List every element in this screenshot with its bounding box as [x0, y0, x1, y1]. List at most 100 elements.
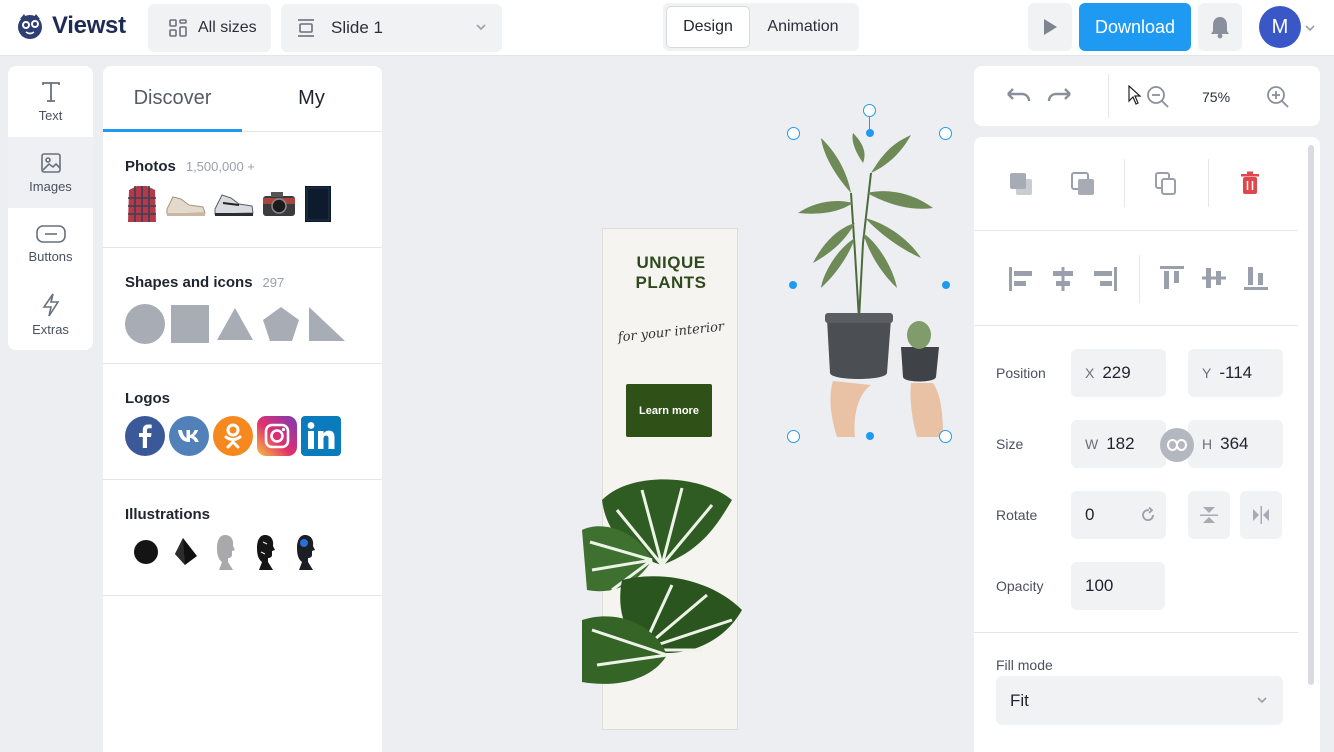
rail-item-extras[interactable]: Extras — [8, 279, 93, 350]
lock-aspect-ratio-button[interactable] — [1160, 428, 1194, 462]
vk-logo-icon[interactable] — [169, 416, 209, 456]
chevron-down-icon — [476, 24, 486, 31]
section-title: Logos — [125, 390, 170, 407]
fill-mode-value: Fit — [1010, 690, 1029, 710]
banner-cta-button[interactable]: Learn more — [626, 384, 712, 437]
rail-item-text[interactable]: Text — [8, 66, 93, 137]
banner-title-line1: UNIQUE — [636, 253, 706, 272]
dark-card-photo-thumbnail[interactable] — [303, 185, 333, 223]
black-sphere-illustration[interactable] — [131, 532, 161, 572]
tool-rail: Text Images Buttons Extras — [8, 66, 93, 350]
size-h-field[interactable]: H 364 — [1188, 420, 1283, 468]
triangle-shape[interactable] — [215, 306, 255, 342]
opacity-field[interactable]: 100 — [1071, 562, 1165, 610]
rotate-reset-icon[interactable] — [1140, 507, 1156, 523]
banner-subtitle[interactable]: for your interior — [603, 318, 740, 347]
zoom-level[interactable]: 75% — [1202, 89, 1230, 105]
black-head-bust-illustration[interactable] — [251, 532, 281, 572]
resize-handle-left[interactable] — [789, 281, 797, 289]
sneaker-photo-thumbnail[interactable] — [165, 189, 207, 219]
align-left-icon[interactable] — [1008, 267, 1034, 291]
play-icon — [1044, 19, 1057, 35]
shirt-photo-thumbnail[interactable] — [125, 184, 159, 224]
duplicate-icon[interactable] — [1154, 171, 1178, 197]
zoom-out-icon[interactable] — [1146, 85, 1170, 109]
flip-horizontal-button[interactable] — [1240, 491, 1282, 539]
section-count: 297 — [262, 275, 285, 290]
preview-play-button[interactable] — [1028, 3, 1072, 51]
tab-discover[interactable]: Discover — [103, 66, 242, 131]
odnoklassniki-logo-icon[interactable] — [213, 416, 253, 456]
rail-item-buttons[interactable]: Buttons — [8, 208, 93, 279]
position-y-field[interactable]: Y -114 — [1188, 349, 1283, 397]
divider — [1208, 159, 1209, 207]
pentagon-shape[interactable] — [261, 305, 301, 343]
app-name: Viewst — [52, 12, 126, 39]
square-shape[interactable] — [171, 305, 209, 343]
rotate-handle[interactable] — [863, 104, 876, 117]
mode-tabs: Design Animation — [663, 3, 859, 51]
resize-handle-top-left[interactable] — [787, 127, 800, 140]
tab-design[interactable]: Design — [666, 6, 750, 48]
user-avatar[interactable]: M — [1259, 6, 1301, 48]
size-h-value: 364 — [1220, 434, 1249, 453]
section-title: Illustrations — [125, 506, 211, 523]
resize-handle-bottom[interactable] — [866, 432, 874, 440]
fill-mode-select[interactable]: Fit — [996, 676, 1283, 725]
divider — [1108, 74, 1109, 118]
slide-selector[interactable]: Slide 1 — [281, 4, 502, 52]
align-center-vertical-icon[interactable] — [1202, 265, 1226, 291]
chevron-down-icon — [1257, 697, 1267, 704]
banner-title[interactable]: UNIQUE PLANTS — [603, 253, 739, 293]
flip-horizontal-icon — [1253, 506, 1269, 524]
align-top-icon[interactable] — [1160, 265, 1184, 291]
right-triangle-shape[interactable] — [307, 305, 347, 343]
circle-shape[interactable] — [125, 304, 165, 344]
panel-scrollbar[interactable] — [1308, 145, 1314, 685]
grey-head-bust-illustration[interactable] — [211, 532, 241, 572]
align-bottom-icon[interactable] — [1244, 265, 1268, 291]
instagram-logo-icon[interactable] — [257, 416, 297, 456]
resize-handle-bottom-left[interactable] — [787, 430, 800, 443]
resize-handle-top[interactable] — [866, 129, 874, 137]
black-pyramid-illustration[interactable] — [171, 532, 201, 572]
blue-head-bust-illustration[interactable] — [291, 532, 321, 572]
align-right-icon[interactable] — [1092, 267, 1118, 291]
design-canvas[interactable]: UNIQUE PLANTS for your interior Learn mo… — [382, 56, 974, 752]
divider — [1139, 255, 1140, 303]
camera-photo-thumbnail[interactable] — [261, 190, 297, 218]
redo-icon[interactable] — [1046, 86, 1074, 106]
asset-library-panel: Discover My Photos 1,500,000 + Shapes an… — [103, 66, 382, 752]
rotate-label: Rotate — [996, 507, 1038, 523]
app-logo[interactable]: Viewst — [14, 10, 126, 42]
resize-handle-right[interactable] — [942, 281, 950, 289]
monstera-leaves-image[interactable] — [582, 470, 746, 690]
send-backward-icon[interactable] — [1008, 171, 1034, 197]
undo-icon[interactable] — [1004, 86, 1032, 106]
resize-handle-bottom-right[interactable] — [939, 430, 952, 443]
position-x-field[interactable]: X 229 — [1071, 349, 1166, 397]
zoom-in-icon[interactable] — [1266, 85, 1290, 109]
resize-handle-top-right[interactable] — [939, 127, 952, 140]
delete-icon[interactable] — [1240, 171, 1260, 195]
notifications-button[interactable] — [1198, 3, 1242, 51]
size-w-field[interactable]: W 182 — [1071, 420, 1166, 468]
link-icon — [1167, 439, 1187, 451]
chevron-down-icon[interactable] — [1304, 22, 1316, 34]
rotate-field[interactable]: 0 — [1071, 491, 1166, 539]
top-bar: Viewst All sizes Slide 1 Design Animatio… — [0, 0, 1334, 56]
linkedin-logo-icon[interactable] — [301, 416, 341, 456]
bring-forward-icon[interactable] — [1070, 171, 1096, 197]
rail-item-label: Extras — [32, 321, 69, 337]
align-center-horizontal-icon[interactable] — [1050, 267, 1076, 291]
flip-vertical-button[interactable] — [1188, 491, 1230, 539]
download-button[interactable]: Download — [1079, 3, 1191, 51]
properties-panel: Position X 229 Y -114 Size W 182 H 364 R… — [974, 137, 1320, 752]
all-sizes-button[interactable]: All sizes — [148, 4, 271, 52]
history-zoom-bar: 75% — [974, 66, 1320, 126]
tab-animation[interactable]: Animation — [750, 6, 856, 48]
tab-my[interactable]: My — [242, 66, 381, 131]
running-shoe-photo-thumbnail[interactable] — [213, 189, 255, 219]
rail-item-images[interactable]: Images — [8, 137, 93, 208]
facebook-logo-icon[interactable] — [125, 416, 165, 456]
